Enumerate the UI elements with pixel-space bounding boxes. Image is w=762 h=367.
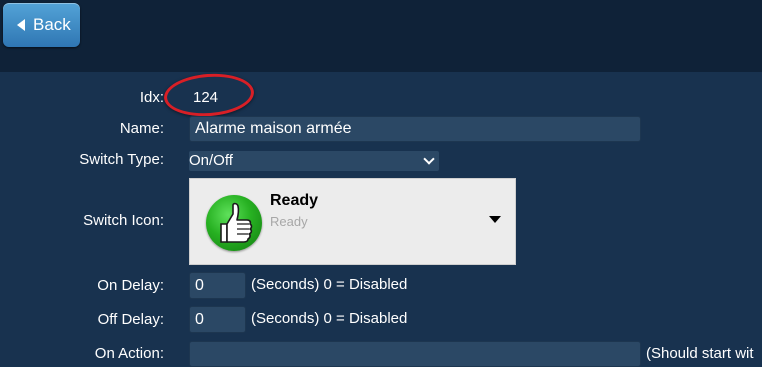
on-delay-label: On Delay: <box>97 277 164 294</box>
off-delay-label: Off Delay: <box>97 311 164 328</box>
idx-label: Idx: <box>139 89 164 106</box>
switch-icon-title: Ready <box>270 192 319 209</box>
switch-icon-label: Switch Icon: <box>83 212 164 229</box>
on-action-label: On Action: <box>94 345 164 362</box>
on-action-hint: (Should start wit <box>646 345 754 362</box>
on-delay-hint: (Seconds) 0 = Disabled <box>251 276 408 293</box>
thumbs-up-icon <box>206 195 262 251</box>
switch-type-select[interactable]: On/Off <box>189 151 439 171</box>
name-input[interactable] <box>189 116 641 142</box>
off-delay-hint: (Seconds) 0 = Disabled <box>251 310 408 327</box>
on-delay-input[interactable] <box>189 272 246 299</box>
back-arrow-icon <box>17 19 25 31</box>
on-action-input[interactable] <box>189 341 641 367</box>
name-label: Name: <box>119 120 164 137</box>
switch-type-value: On/Off <box>189 152 233 169</box>
switch-icon-subtitle: Ready <box>270 214 308 229</box>
caret-down-icon <box>489 216 501 223</box>
chevron-down-icon <box>423 153 435 165</box>
off-delay-input[interactable] <box>189 306 246 333</box>
top-bar: Back <box>0 0 762 72</box>
switch-type-label: Switch Type: <box>79 151 164 168</box>
switch-icon-select[interactable]: Ready Ready <box>189 178 516 265</box>
back-button[interactable]: Back <box>3 3 80 47</box>
back-button-label: Back <box>33 15 71 34</box>
